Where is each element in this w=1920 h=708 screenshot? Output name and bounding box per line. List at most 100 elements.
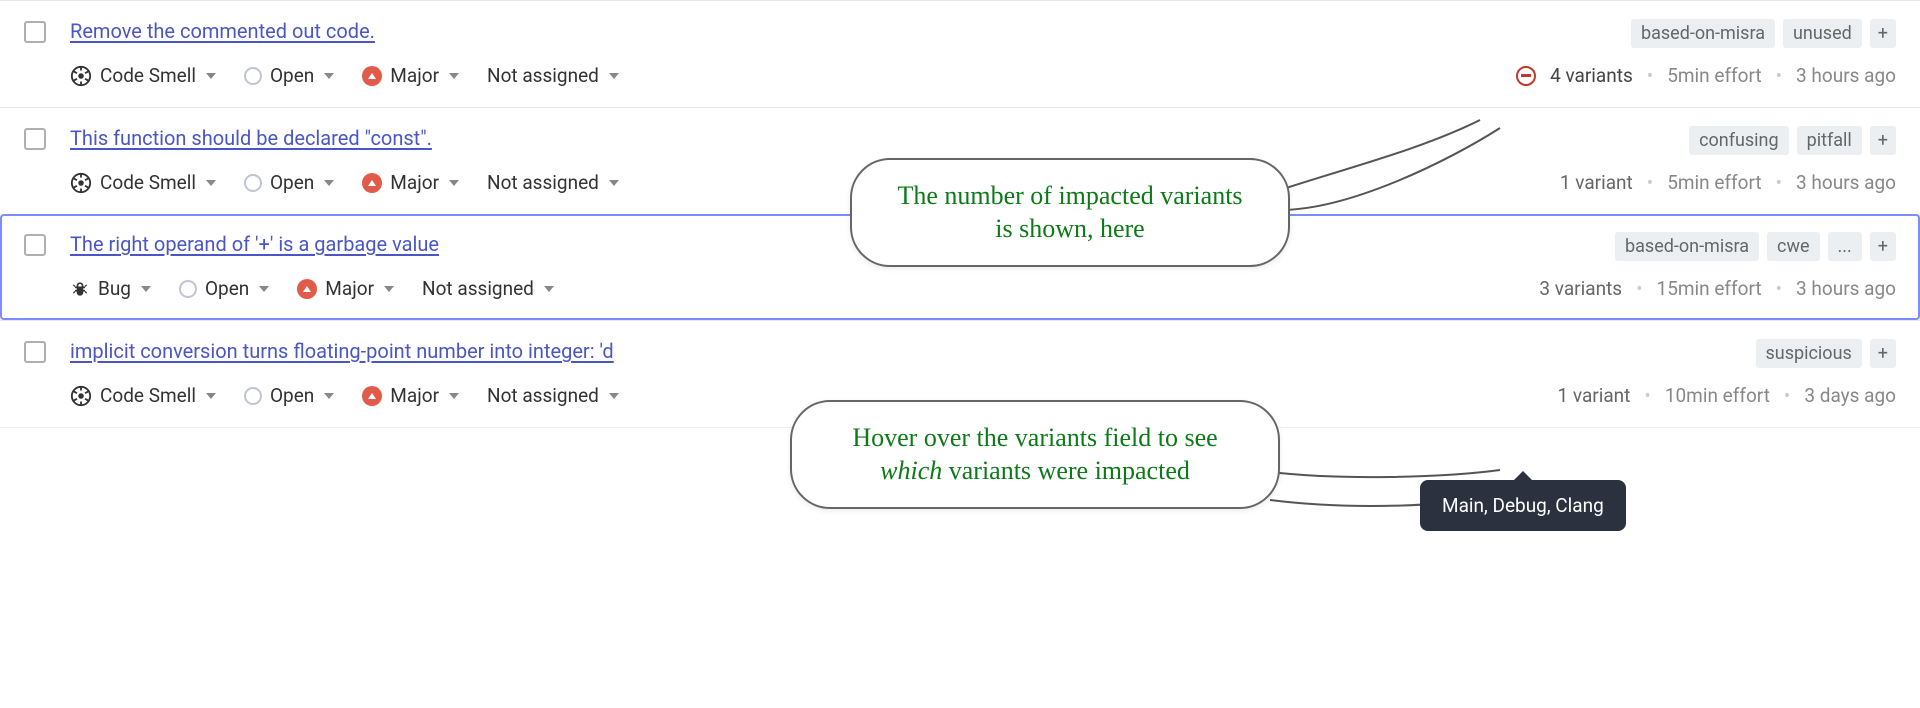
- chevron-down-icon: [206, 180, 216, 186]
- type-dropdown[interactable]: Code Smell: [70, 64, 216, 87]
- major-severity-icon: [362, 386, 382, 406]
- chevron-down-icon: [324, 73, 334, 79]
- meta-separator: •: [1647, 171, 1653, 194]
- tag[interactable]: based-on-misra: [1631, 19, 1775, 48]
- chevron-down-icon: [206, 393, 216, 399]
- chevron-down-icon: [609, 73, 619, 79]
- tag-list: confusing pitfall +: [1689, 126, 1896, 155]
- issue-title-link[interactable]: The right operand of '+' is a garbage va…: [70, 232, 439, 256]
- issue-title-link[interactable]: This function should be declared "const"…: [70, 126, 432, 150]
- meta-separator: •: [1776, 277, 1782, 300]
- meta-separator: •: [1644, 384, 1650, 407]
- issue-row: Remove the commented out code. based-on-…: [0, 0, 1920, 107]
- meta-separator: •: [1636, 277, 1642, 300]
- chevron-down-icon: [449, 393, 459, 399]
- status-dropdown[interactable]: Open: [244, 384, 334, 407]
- severity-label: Major: [390, 64, 439, 87]
- tag[interactable]: suspicious: [1756, 339, 1862, 368]
- add-tag-button[interactable]: +: [1870, 232, 1896, 261]
- annotation-text: The number of impacted variants is shown…: [897, 181, 1242, 243]
- major-severity-icon: [362, 173, 382, 193]
- status-label: Open: [270, 384, 314, 407]
- issue-meta: 1 variant • 10min effort • 3 days ago: [1558, 384, 1897, 407]
- tag[interactable]: pitfall: [1797, 126, 1862, 155]
- chevron-down-icon: [206, 73, 216, 79]
- tag-list: based-on-misra cwe ... +: [1615, 232, 1896, 261]
- variants-count[interactable]: 1 variant: [1558, 384, 1631, 407]
- tag[interactable]: cwe: [1767, 232, 1820, 261]
- assignee-label: Not assigned: [422, 277, 534, 300]
- issue-checkbox[interactable]: [24, 21, 46, 43]
- chevron-down-icon: [141, 286, 151, 292]
- tag-list: based-on-misra unused +: [1631, 19, 1896, 48]
- type-dropdown[interactable]: Code Smell: [70, 171, 216, 194]
- assignee-label: Not assigned: [487, 64, 599, 87]
- tag[interactable]: confusing: [1689, 126, 1789, 155]
- chevron-down-icon: [259, 286, 269, 292]
- issue-checkbox[interactable]: [24, 234, 46, 256]
- type-dropdown[interactable]: Bug: [70, 277, 151, 300]
- major-severity-icon: [297, 279, 317, 299]
- age-label: 3 hours ago: [1796, 171, 1896, 194]
- assignee-dropdown[interactable]: Not assigned: [422, 277, 554, 300]
- severity-dropdown[interactable]: Major: [362, 171, 459, 194]
- tag[interactable]: unused: [1783, 19, 1862, 48]
- issue-meta: 3 variants • 15min effort • 3 hours ago: [1539, 277, 1896, 300]
- meta-separator: •: [1776, 64, 1782, 87]
- open-status-icon: [244, 174, 262, 192]
- severity-label: Major: [325, 277, 374, 300]
- issue-title-link[interactable]: Remove the commented out code.: [70, 19, 375, 43]
- tag-overflow[interactable]: ...: [1828, 232, 1862, 261]
- chevron-down-icon: [384, 286, 394, 292]
- issue-title-link[interactable]: implicit conversion turns floating-point…: [70, 339, 614, 363]
- type-dropdown[interactable]: Code Smell: [70, 384, 216, 407]
- effort-label: 5min effort: [1667, 64, 1761, 87]
- tooltip-text: Main, Debug, Clang: [1442, 494, 1604, 517]
- status-label: Open: [270, 171, 314, 194]
- severity-dropdown[interactable]: Major: [362, 64, 459, 87]
- annotation-callout: Hover over the variants field to see whi…: [790, 400, 1280, 509]
- add-tag-button[interactable]: +: [1870, 126, 1896, 155]
- status-dropdown[interactable]: Open: [244, 171, 334, 194]
- add-tag-button[interactable]: +: [1870, 19, 1896, 48]
- code-smell-icon: [70, 172, 92, 194]
- issue-meta: 4 variants • 5min effort • 3 hours ago: [1516, 64, 1896, 87]
- annotation-text-em: which: [880, 456, 942, 485]
- annotation-text-pre: Hover over the variants field to see: [852, 423, 1217, 452]
- chevron-down-icon: [544, 286, 554, 292]
- open-status-icon: [244, 387, 262, 405]
- chevron-down-icon: [609, 180, 619, 186]
- bug-icon: [70, 279, 90, 299]
- effort-label: 10min effort: [1665, 384, 1770, 407]
- effort-label: 15min effort: [1657, 277, 1762, 300]
- major-severity-icon: [362, 66, 382, 86]
- status-dropdown[interactable]: Open: [179, 277, 269, 300]
- tag-list: suspicious +: [1756, 339, 1896, 368]
- chevron-down-icon: [449, 180, 459, 186]
- variants-count[interactable]: 3 variants: [1539, 277, 1622, 300]
- severity-dropdown[interactable]: Major: [297, 277, 394, 300]
- effort-label: 5min effort: [1667, 171, 1761, 194]
- variants-tooltip: Main, Debug, Clang: [1420, 480, 1626, 531]
- type-label: Code Smell: [100, 384, 196, 407]
- issue-checkbox[interactable]: [24, 128, 46, 150]
- variants-count[interactable]: 4 variants: [1550, 64, 1633, 87]
- type-label: Bug: [98, 277, 131, 300]
- severity-label: Major: [390, 171, 439, 194]
- assignee-dropdown[interactable]: Not assigned: [487, 64, 619, 87]
- assignee-dropdown[interactable]: Not assigned: [487, 384, 619, 407]
- status-dropdown[interactable]: Open: [244, 64, 334, 87]
- assignee-dropdown[interactable]: Not assigned: [487, 171, 619, 194]
- chevron-down-icon: [324, 180, 334, 186]
- variants-count[interactable]: 1 variant: [1560, 171, 1633, 194]
- issue-checkbox[interactable]: [24, 341, 46, 363]
- add-tag-button[interactable]: +: [1870, 339, 1896, 368]
- tag[interactable]: based-on-misra: [1615, 232, 1759, 261]
- chevron-down-icon: [324, 393, 334, 399]
- type-label: Code Smell: [100, 171, 196, 194]
- meta-separator: •: [1776, 171, 1782, 194]
- code-smell-icon: [70, 385, 92, 407]
- status-label: Open: [270, 64, 314, 87]
- severity-dropdown[interactable]: Major: [362, 384, 459, 407]
- meta-separator: •: [1647, 64, 1653, 87]
